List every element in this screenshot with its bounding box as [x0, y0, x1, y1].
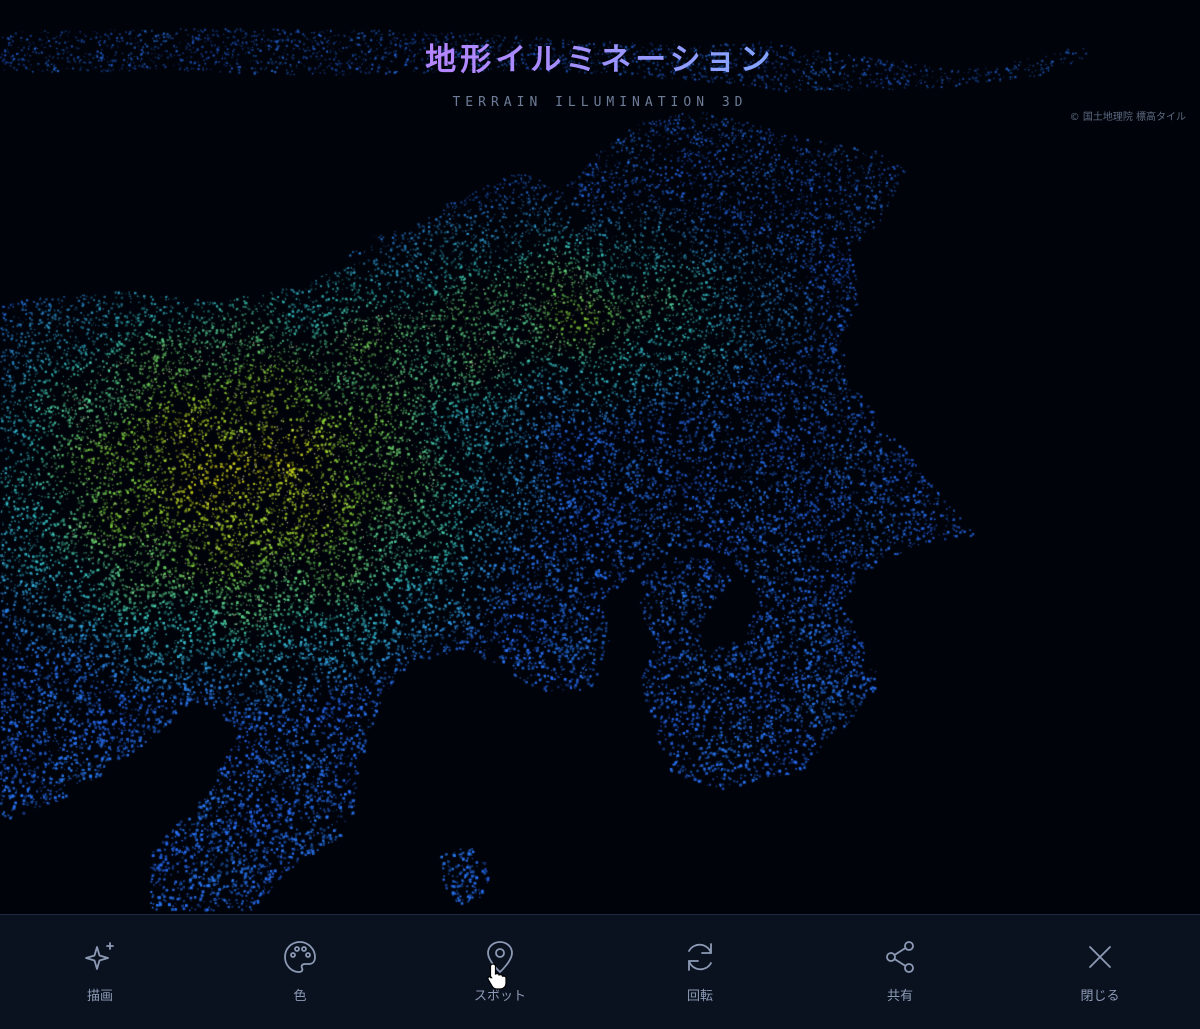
terrain-point-cloud-canvas[interactable]	[0, 0, 1200, 914]
app-subtitle: TERRAIN ILLUMINATION 3D	[452, 95, 748, 110]
draw-label: 描画	[86, 989, 113, 1004]
share-label: 共有	[886, 989, 913, 1004]
rotate-icon	[682, 939, 718, 975]
hand-cursor-icon	[487, 963, 507, 990]
map-attribution: © 国土地理院 標高タイル	[1069, 112, 1186, 123]
rotate-label: 回転	[686, 989, 713, 1004]
bottom-toolbar: 描画 色 スポット 回転 共有 閉じる	[0, 914, 1200, 1029]
close-icon	[1082, 939, 1118, 975]
share-button[interactable]: 共有	[800, 915, 1000, 1029]
close-label: 閉じる	[1080, 989, 1120, 1004]
draw-button[interactable]: 描画	[0, 915, 200, 1029]
sparkle-icon	[82, 939, 118, 975]
color-label: 色	[293, 989, 307, 1004]
color-button[interactable]: 色	[200, 915, 400, 1029]
terrain-viewport[interactable]: 地形イルミネーション TERRAIN ILLUMINATION 3D © 国土地…	[0, 0, 1200, 914]
app-title: 地形イルミネーション	[0, 34, 1200, 79]
close-button[interactable]: 閉じる	[1000, 915, 1200, 1029]
palette-icon	[282, 939, 318, 975]
rotate-button[interactable]: 回転	[600, 915, 800, 1029]
share-icon	[882, 939, 918, 975]
